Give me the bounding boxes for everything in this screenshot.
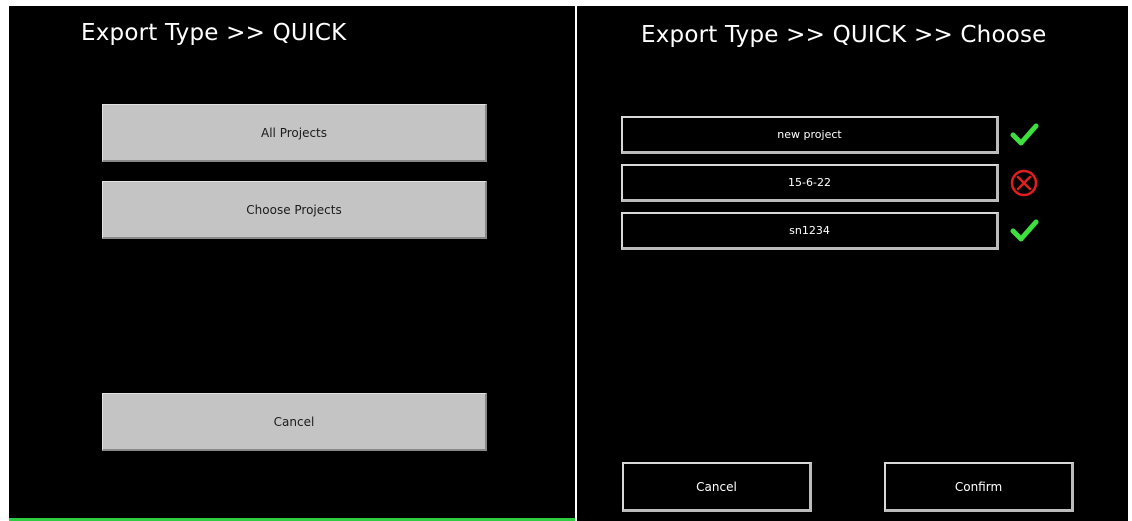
all-projects-button-label: All Projects <box>261 125 327 140</box>
export-quick-screen: Export Type >> QUICK All Projects Choose… <box>9 6 575 521</box>
checkmark-icon[interactable] <box>1009 216 1039 246</box>
export-quick-choose-screen: Export Type >> QUICK >> Choose new proje… <box>577 6 1128 521</box>
project-row-sn1234[interactable]: sn1234 <box>621 212 999 250</box>
confirm-button[interactable]: Confirm <box>884 462 1074 512</box>
project-name: sn1234 <box>789 224 830 237</box>
checkmark-icon[interactable] <box>1009 120 1039 150</box>
page-title: Export Type >> QUICK >> Choose <box>641 22 1047 48</box>
page-title: Export Type >> QUICK <box>81 20 347 46</box>
cancel-button[interactable]: Cancel <box>102 393 487 451</box>
all-projects-button[interactable]: All Projects <box>102 104 487 162</box>
project-row-15-6-22[interactable]: 15-6-22 <box>621 164 999 202</box>
project-name: 15-6-22 <box>788 176 831 189</box>
project-row-new-project[interactable]: new project <box>621 116 999 154</box>
project-name: new project <box>777 128 842 141</box>
choose-projects-button[interactable]: Choose Projects <box>102 181 487 239</box>
cancel-button-label: Cancel <box>696 479 737 494</box>
confirm-button-label: Confirm <box>954 479 1003 494</box>
cross-circle-icon[interactable] <box>1009 168 1039 198</box>
choose-projects-button-label: Choose Projects <box>246 202 342 217</box>
cancel-button[interactable]: Cancel <box>622 462 812 512</box>
cancel-button-label: Cancel <box>273 414 315 429</box>
